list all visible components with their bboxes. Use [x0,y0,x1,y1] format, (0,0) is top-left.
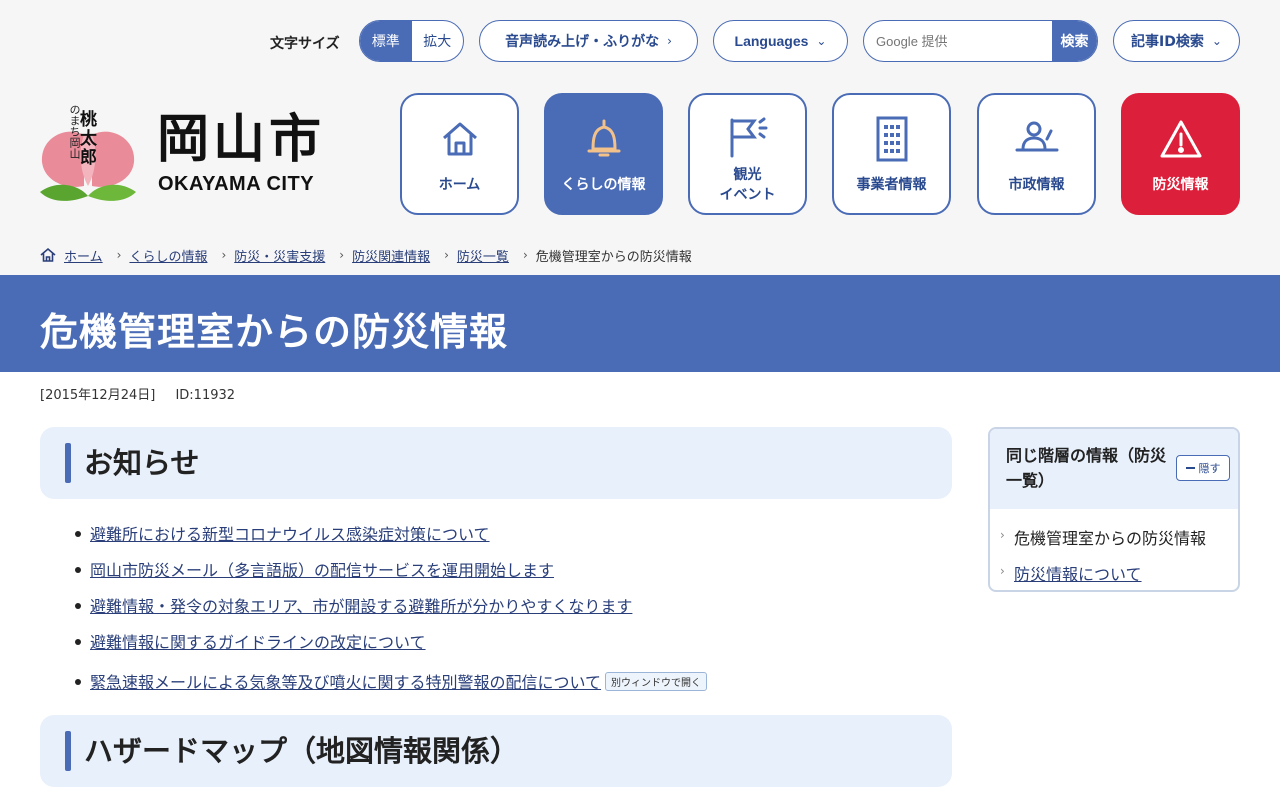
mascot-tag-3: 郎 [80,147,97,168]
list-item: 岡山市防災メール（多言語版）の配信サービスを運用開始します [72,551,932,587]
languages-label: Languages [734,33,809,49]
section-hazard-map-heading: ハザードマップ（地図情報関係） [40,715,952,787]
read-aloud-button[interactable]: 音声読み上げ・ふりがな › [479,20,698,62]
city-name-kanji: 岡山市 [157,109,326,170]
read-aloud-label: 音声読み上げ・ふりがな [505,34,660,50]
site-search: 検索 [863,20,1098,62]
heading-accent-bar [65,731,71,771]
chevron-right-icon: › [522,248,528,262]
languages-button[interactable]: Languages ⌄ [713,20,848,62]
bell-icon [582,117,626,161]
nav-city-admin-label: 市政情報 [1008,177,1065,193]
nav-city-admin[interactable]: 市政情報 [977,93,1096,215]
chevron-down-icon: ⌄ [816,34,827,48]
article-id-search-button[interactable]: 記事ID検索 ⌄ [1113,20,1240,62]
home-icon [438,117,482,161]
nav-home-label: ホーム [438,177,481,193]
font-size-standard-button[interactable]: 標準 [360,21,412,61]
section-hazard-map-title: ハザードマップ（地図情報関係） [84,734,520,768]
city-name-latin: OKAYAMA CITY [158,173,315,195]
mascot-tag-1: 桃 [80,109,97,130]
warning-icon [1159,117,1203,161]
home-icon [40,247,56,263]
section-notices-title: お知らせ [84,446,200,480]
sibling-pages-sidebar: 同じ階層の情報（防災一覧） 隠す › 危機管理室からの防災情報 › 防災情報について [988,427,1240,592]
nav-business-info[interactable]: 事業者情報 [832,93,951,215]
mascot-caption: のまち岡山 [68,104,81,159]
breadcrumb-disaster-related[interactable]: 防災関連情報 [352,246,430,265]
search-button[interactable]: 検索 [1052,21,1097,61]
sidebar-item-disaster-info: › 防災情報について [990,555,1238,590]
search-input[interactable] [864,21,1052,61]
chevron-right-icon: › [667,34,672,48]
notice-link[interactable]: 避難所における新型コロナウイルス感染症対策について [90,521,490,545]
sidebar-item-current: › 危機管理室からの防災情報 [990,519,1238,555]
font-size-label: 文字サイズ [270,36,340,52]
page-title-banner: 危機管理室からの防災情報 [0,275,1280,372]
nav-home[interactable]: ホーム [400,93,519,215]
list-item: 緊急速報メールによる気象等及び噴火に関する特別警報の配信について 別ウィンドウで開… [72,659,932,703]
nav-business-info-label: 事業者情報 [856,177,927,193]
notice-link[interactable]: 避難情報に関するガイドラインの改定について [90,629,426,653]
page-title: 危機管理室からの防災情報 [40,310,509,354]
list-item: 避難情報に関するガイドラインの改定について [72,623,932,659]
list-item: 避難所における新型コロナウイルス感染症対策について [72,515,932,551]
flag-icon [726,115,770,159]
chevron-right-icon: › [1000,564,1005,578]
font-size-large-button[interactable]: 拡大 [412,21,464,61]
nav-disaster-info-label: 防災情報 [1152,177,1209,193]
building-icon [870,116,914,162]
sidebar-list: › 危機管理室からの防災情報 › 防災情報について [990,509,1238,590]
breadcrumb-living-info[interactable]: くらしの情報 [129,246,207,265]
section-notices-heading: お知らせ [40,427,952,499]
minus-icon [1185,467,1195,469]
nav-disaster-info[interactable]: 防災情報 [1121,93,1240,215]
breadcrumb-disaster-list[interactable]: 防災一覧 [457,246,509,265]
breadcrumb-current: 危機管理室からの防災情報 [535,249,692,265]
heading-accent-bar [65,443,71,483]
external-window-badge: 別ウィンドウで開く [605,671,708,691]
notice-link[interactable]: 避難情報・発令の対象エリア、市が開設する避難所が分かりやすくなります [90,593,632,617]
chevron-right-icon: › [116,248,122,262]
chevron-right-icon: › [444,248,449,262]
nav-living-info[interactable]: くらしの情報 [544,93,663,215]
person-desk-icon [1015,117,1059,161]
nav-tourism-events[interactable]: 観光 イベント [688,93,807,215]
sidebar-item-link[interactable]: 防災情報について [1014,561,1142,585]
chevron-right-icon: › [1000,528,1005,542]
article-id-search-label: 記事ID検索 [1131,34,1204,50]
chevron-right-icon: › [339,248,345,262]
font-size-toggle: 標準 拡大 [359,20,464,62]
sidebar-hide-button[interactable]: 隠す [1176,455,1230,481]
sidebar-title: 同じ階層の情報（防災一覧） [1006,446,1167,490]
page-meta: [2015年12月24日] ID:11932 [40,384,251,403]
page-id: ID:11932 [175,388,236,403]
momotaro-peach-logo: 桃 太 郎 [40,109,136,201]
chevron-down-icon: ⌄ [1211,34,1222,48]
nav-living-info-label: くらしの情報 [561,177,646,193]
breadcrumb-home[interactable]: ホーム [64,246,103,265]
chevron-right-icon: › [221,248,227,262]
mascot-tag-2: 太 [80,128,98,149]
sidebar-header: 同じ階層の情報（防災一覧） 隠す [990,429,1238,509]
nav-tourism-events-label: 観光 イベント [719,167,776,203]
sidebar-item-label: 危機管理室からの防災情報 [1014,529,1207,548]
notice-link[interactable]: 緊急速報メールによる気象等及び噴火に関する特別警報の配信について [90,669,601,693]
breadcrumb: ホーム › くらしの情報 › 防災・災害支援 › 防災関連情報 › 防災一覧 ›… [40,245,692,265]
list-item: 避難情報・発令の対象エリア、市が開設する避難所が分かりやすくなります [72,587,932,623]
breadcrumb-disaster-support[interactable]: 防災・災害支援 [234,246,325,265]
notices-list: 避難所における新型コロナウイルス感染症対策について 岡山市防災メール（多言語版）… [72,515,932,703]
utility-bar: 文字サイズ 標準 拡大 音声読み上げ・ふりがな › Languages ⌄ 検索… [0,20,1280,64]
sidebar-hide-label: 隠す [1198,462,1221,475]
publish-date: [2015年12月24日] [40,388,156,403]
notice-link[interactable]: 岡山市防災メール（多言語版）の配信サービスを運用開始します [90,557,554,581]
